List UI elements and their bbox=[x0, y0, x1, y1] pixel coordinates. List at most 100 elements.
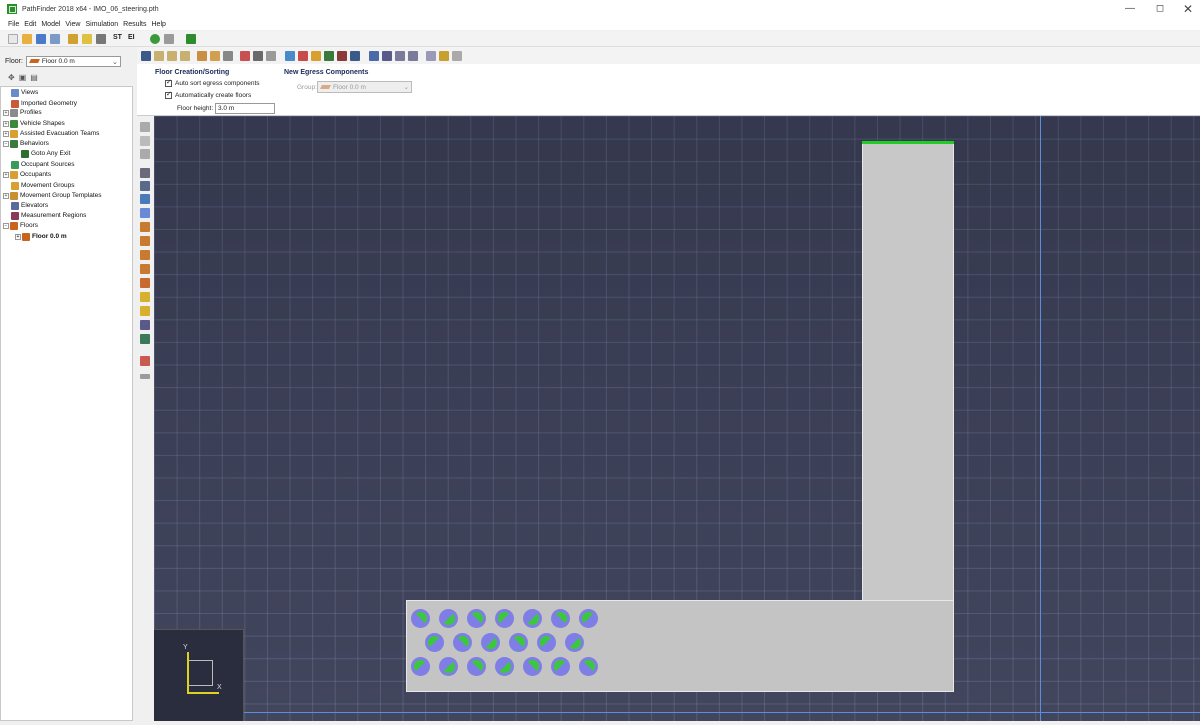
import-icon[interactable] bbox=[50, 34, 60, 44]
sfpe-mode-button[interactable]: EI bbox=[128, 34, 135, 41]
floor-height-input[interactable]: 3.0 m bbox=[215, 103, 275, 114]
tree-item-goto-any-exit[interactable]: Goto Any Exit bbox=[21, 149, 70, 158]
floor-select[interactable]: Floor 0.0 m ⌄ bbox=[25, 55, 121, 67]
measurement-region-icon[interactable] bbox=[140, 320, 150, 330]
expand-toggle-icon[interactable]: + bbox=[3, 109, 9, 116]
show-elevators-icon[interactable] bbox=[350, 51, 360, 61]
ramp-tool-icon[interactable] bbox=[140, 236, 150, 246]
expand-toggle-icon[interactable]: + bbox=[15, 233, 21, 240]
select-tool-icon[interactable] bbox=[369, 51, 379, 61]
tree-item-profiles[interactable]: + Profiles bbox=[3, 108, 42, 117]
occupant[interactable] bbox=[411, 657, 430, 676]
occupant[interactable] bbox=[425, 633, 444, 652]
zoom-extents-icon[interactable] bbox=[223, 51, 233, 61]
show-regions-icon[interactable] bbox=[337, 51, 347, 61]
menu-file[interactable]: File bbox=[8, 21, 19, 28]
door-tool-icon[interactable] bbox=[140, 208, 150, 218]
group-select[interactable]: Floor 0.0 m ⌄ bbox=[317, 81, 412, 93]
render-icon[interactable] bbox=[240, 51, 250, 61]
occupant[interactable] bbox=[481, 633, 500, 652]
model-viewport[interactable]: Y X bbox=[154, 116, 1200, 721]
occupant[interactable] bbox=[523, 609, 542, 628]
occupant[interactable] bbox=[579, 657, 598, 676]
tree-item-measurement-regions[interactable]: Measurement Regions bbox=[11, 211, 86, 220]
perspective-icon[interactable] bbox=[197, 51, 207, 61]
menu-simulation[interactable]: Simulation bbox=[85, 21, 118, 28]
occupant[interactable] bbox=[551, 609, 570, 628]
save-icon[interactable] bbox=[36, 34, 46, 44]
expand-toggle-icon[interactable]: + bbox=[3, 192, 9, 199]
grid-icon[interactable] bbox=[439, 51, 449, 61]
open-folder-icon[interactable] bbox=[22, 34, 32, 44]
exit-door[interactable] bbox=[862, 141, 954, 144]
copy-tool-icon[interactable] bbox=[140, 149, 150, 159]
tree-item-vehicle-shapes[interactable]: + Vehicle Shapes bbox=[3, 119, 65, 128]
top-view-icon[interactable] bbox=[154, 51, 164, 61]
measure-icon[interactable] bbox=[452, 51, 462, 61]
move-tool-icon[interactable] bbox=[140, 122, 150, 132]
add-occupants-rect-icon[interactable] bbox=[140, 306, 150, 316]
collapse-toggle-icon[interactable]: − bbox=[3, 222, 9, 229]
add-occupant-icon[interactable] bbox=[140, 292, 150, 302]
show-occupants-icon[interactable] bbox=[285, 51, 295, 61]
show-doors-icon[interactable] bbox=[311, 51, 321, 61]
rect-room-icon[interactable] bbox=[140, 181, 150, 191]
room-tool-icon[interactable] bbox=[140, 168, 150, 178]
new-file-icon[interactable] bbox=[8, 34, 18, 44]
tree-item-elevators[interactable]: Elevators bbox=[11, 201, 48, 210]
elevator-tool-icon[interactable] bbox=[140, 278, 150, 288]
menu-help[interactable]: Help bbox=[152, 21, 166, 28]
vehicle-tool-icon[interactable] bbox=[140, 356, 150, 366]
zoom-box-icon[interactable] bbox=[408, 51, 418, 61]
occupant[interactable] bbox=[523, 657, 542, 676]
expand-icon[interactable]: ▤ bbox=[30, 73, 38, 82]
occupant[interactable] bbox=[509, 633, 528, 652]
minimize-button[interactable]: — bbox=[1120, 3, 1140, 15]
side-view-icon[interactable] bbox=[180, 51, 190, 61]
shaded-icon[interactable] bbox=[266, 51, 276, 61]
tree-item-views[interactable]: Views bbox=[11, 88, 38, 97]
menu-edit[interactable]: Edit bbox=[24, 21, 36, 28]
tree-item-occupant-sources[interactable]: Occupant Sources bbox=[11, 160, 74, 169]
walkway-tool-icon[interactable] bbox=[140, 264, 150, 274]
collapse-icon[interactable]: ▣ bbox=[19, 73, 27, 82]
zoom-tool-icon[interactable] bbox=[395, 51, 405, 61]
checkbox-checked-icon[interactable] bbox=[165, 78, 172, 87]
pathfinder-results-icon[interactable] bbox=[186, 34, 196, 44]
snap-icon[interactable] bbox=[426, 51, 436, 61]
run-simulation-icon[interactable] bbox=[150, 34, 160, 44]
pan-tool-icon[interactable] bbox=[382, 51, 392, 61]
rotate-tool-icon[interactable] bbox=[140, 136, 150, 146]
delete-icon[interactable] bbox=[96, 34, 106, 44]
expand-toggle-icon[interactable]: + bbox=[3, 130, 9, 137]
occupant[interactable] bbox=[453, 633, 472, 652]
occupant[interactable] bbox=[495, 657, 514, 676]
checkbox-checked-icon[interactable] bbox=[165, 90, 172, 99]
undo-icon[interactable] bbox=[68, 34, 78, 44]
select-view-icon[interactable] bbox=[141, 51, 151, 61]
menu-results[interactable]: Results bbox=[123, 21, 146, 28]
occupant[interactable] bbox=[411, 609, 430, 628]
wireframe-icon[interactable] bbox=[253, 51, 263, 61]
front-view-icon[interactable] bbox=[167, 51, 177, 61]
tree-item-floor-0[interactable]: + Floor 0.0 m bbox=[15, 232, 67, 241]
occupant[interactable] bbox=[467, 609, 486, 628]
show-stairs-icon[interactable] bbox=[324, 51, 334, 61]
filter-icon[interactable]: ✥ bbox=[8, 73, 15, 82]
menu-model[interactable]: Model bbox=[41, 21, 60, 28]
tree-item-movement-group-templates[interactable]: + Movement Group Templates bbox=[3, 191, 102, 200]
tree-item-movement-groups[interactable]: Movement Groups bbox=[11, 181, 74, 190]
tree-item-floors[interactable]: − Floors bbox=[3, 221, 38, 230]
results-icon[interactable] bbox=[164, 34, 174, 44]
tree-item-assisted-evacuation-teams[interactable]: + Assisted Evacuation Teams bbox=[3, 129, 99, 138]
close-button[interactable]: ✕ bbox=[1178, 3, 1198, 15]
ruler-icon[interactable] bbox=[140, 374, 150, 379]
occupant[interactable] bbox=[565, 633, 584, 652]
expand-toggle-icon[interactable]: + bbox=[3, 120, 9, 127]
collapse-toggle-icon[interactable]: − bbox=[3, 140, 9, 147]
tree-item-imported-geometry[interactable]: Imported Geometry bbox=[11, 99, 77, 108]
auto-sort-checkbox[interactable]: Auto sort egress components bbox=[165, 78, 260, 87]
occupant[interactable] bbox=[467, 657, 486, 676]
wall-tool-icon[interactable] bbox=[140, 194, 150, 204]
menu-view[interactable]: View bbox=[65, 21, 80, 28]
